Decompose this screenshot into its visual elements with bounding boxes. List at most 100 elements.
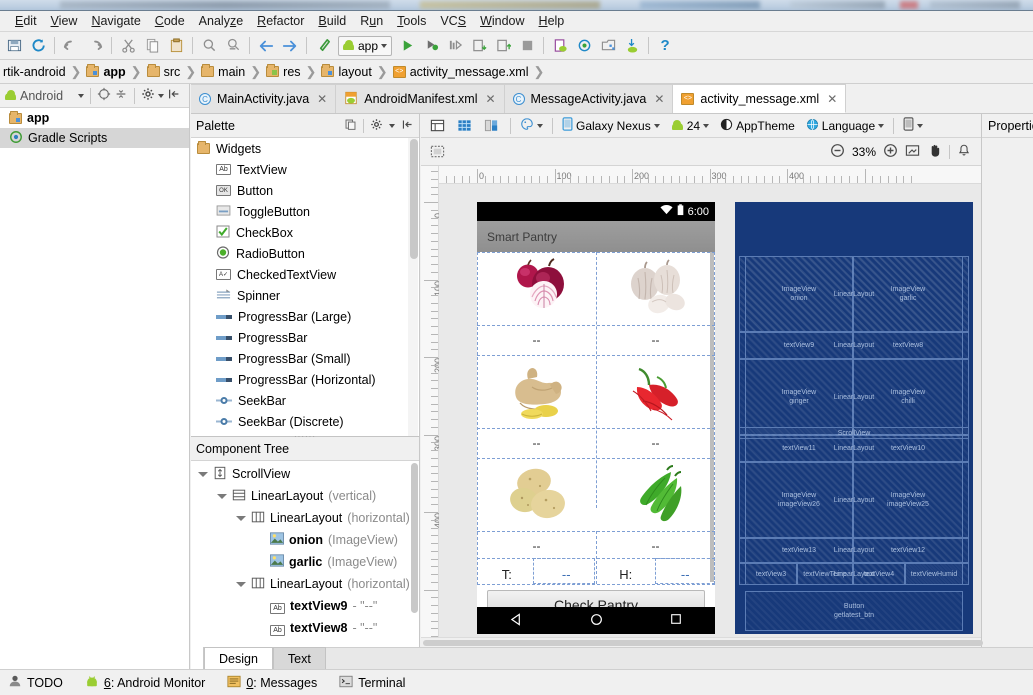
both-views-icon[interactable]	[479, 114, 503, 138]
hide-icon[interactable]	[401, 118, 414, 134]
menu-item-view[interactable]: View	[44, 12, 85, 30]
profile-icon[interactable]	[491, 34, 515, 58]
expand-twisty-icon[interactable]	[197, 469, 208, 480]
pan-hand-icon[interactable]	[927, 143, 942, 161]
settings-gear-icon[interactable]	[370, 118, 383, 134]
component-tree-node-onion[interactable]: onion (ImageView)	[191, 529, 419, 551]
sdk-manager-icon[interactable]	[596, 34, 620, 58]
component-tree-node-linearlayout[interactable]: LinearLayout (horizontal)	[191, 573, 419, 595]
find-icon[interactable]	[197, 34, 221, 58]
palette-item-seekbar[interactable]: SeekBar	[191, 390, 419, 411]
menu-item-navigate[interactable]: Navigate	[84, 12, 147, 30]
component-tree-node-linearlayout[interactable]: LinearLayout (vertical)	[191, 485, 419, 507]
project-tree-item-app[interactable]: app	[0, 108, 189, 128]
copy-icon[interactable]	[140, 34, 164, 58]
breadcrumb-item-app[interactable]: app	[83, 64, 128, 79]
menu-item-help[interactable]: Help	[532, 12, 572, 30]
status-bar-item-terminal[interactable]: Terminal	[339, 675, 405, 691]
build-hammer-icon[interactable]	[311, 34, 335, 58]
zoom-to-fit-icon[interactable]	[905, 143, 920, 161]
palette-scrollbar[interactable]	[410, 139, 418, 259]
debug-icon[interactable]	[419, 34, 443, 58]
breadcrumb-item-res[interactable]: res	[263, 64, 303, 79]
sync-icon[interactable]	[26, 34, 50, 58]
palette-item-textview[interactable]: Ab TextView	[191, 159, 419, 180]
settings-gear-icon[interactable]	[141, 87, 155, 104]
palette-group-widgets[interactable]: Widgets	[191, 138, 419, 159]
theme-selector[interactable]: AppTheme	[718, 118, 797, 134]
breadcrumb-item-activity-message-xml[interactable]: <> activity_message.xml	[390, 65, 532, 79]
component-tree-node-garlic[interactable]: garlic (ImageView)	[191, 551, 419, 573]
chevron-down-icon[interactable]	[158, 93, 165, 98]
status-bar-item-todo[interactable]: TODO	[8, 674, 63, 691]
device-monitor-icon[interactable]	[620, 34, 644, 58]
stop-icon[interactable]	[515, 34, 539, 58]
navigate-back-icon[interactable]	[254, 34, 278, 58]
save-all-icon[interactable]	[2, 34, 26, 58]
blueprint-preview[interactable]: ImageViewonionImageViewgarlicLinearLayou…	[735, 202, 973, 634]
run-configuration-selector[interactable]: app	[338, 35, 393, 56]
close-icon[interactable]: ✕	[654, 92, 664, 106]
component-tree-node-textview9[interactable]: Ab textView9 - "--"	[191, 595, 419, 617]
palette-item-progressbar-large[interactable]: ProgressBar (Large)	[191, 306, 419, 327]
design-stage[interactable]: 6:00 Smart Pantry -- -- -- -- -- -- T: -…	[439, 184, 981, 637]
back-triangle-icon[interactable]	[510, 612, 523, 629]
project-tree-item-gradle-scripts[interactable]: Gradle Scripts	[0, 128, 189, 148]
palette-item-progressbar[interactable]: ProgressBar	[191, 327, 419, 348]
palette-item-progressbar-horizontal[interactable]: ProgressBar (Horizontal)	[191, 369, 419, 390]
status-bar-item-android-monitor[interactable]: 6: Android Monitor	[85, 674, 205, 691]
breadcrumb-item-src[interactable]: src	[144, 64, 184, 79]
editor-tab-activity-message-xml[interactable]: <> activity_message.xml ✕	[673, 84, 847, 113]
close-icon[interactable]: ✕	[485, 92, 495, 106]
warning-bell-icon[interactable]	[957, 143, 971, 161]
menu-item-window[interactable]: Window	[473, 12, 531, 30]
hide-icon[interactable]	[167, 87, 181, 104]
expand-twisty-icon[interactable]	[216, 491, 227, 502]
palette-item-checkbox[interactable]: CheckBox	[191, 222, 419, 243]
status-bar-item-messages[interactable]: 0: Messages	[227, 675, 317, 691]
editor-tab-androidmanifest-xml[interactable]: AndroidManifest.xml ✕	[336, 84, 505, 113]
cut-icon[interactable]	[116, 34, 140, 58]
menu-item-run[interactable]: Run	[353, 12, 390, 30]
api-level-selector[interactable]: 24	[669, 119, 711, 133]
help-icon[interactable]: ?	[653, 34, 677, 58]
copy-icon[interactable]	[344, 118, 357, 134]
menu-item-build[interactable]: Build	[311, 12, 353, 30]
language-selector[interactable]: Language	[804, 118, 886, 134]
device-preview[interactable]: 6:00 Smart Pantry -- -- -- -- -- -- T: -…	[477, 202, 715, 634]
back-icon[interactable]	[59, 34, 83, 58]
attach-debugger-icon[interactable]	[467, 34, 491, 58]
component-tree-scrollbar[interactable]	[411, 463, 418, 613]
expand-twisty-icon[interactable]	[235, 579, 246, 590]
avd-manager-icon[interactable]	[548, 34, 572, 58]
menu-item-tools[interactable]: Tools	[390, 12, 433, 30]
fit-screen-icon[interactable]	[425, 140, 449, 164]
editor-tab-messageactivity-java[interactable]: C MessageActivity.java ✕	[504, 84, 674, 113]
menu-item-code[interactable]: Code	[148, 12, 192, 30]
navigate-forward-icon[interactable]	[278, 34, 302, 58]
editor-tab-mainactivity-java[interactable]: C MainActivity.java ✕	[191, 84, 337, 113]
palette-item-button[interactable]: OK Button	[191, 180, 419, 201]
palette-item-spinner[interactable]: Spinner	[191, 285, 419, 306]
breadcrumb-item-rtik-android[interactable]: rtik-android	[0, 65, 69, 79]
collapse-icon[interactable]	[114, 87, 128, 104]
device-selector[interactable]: Galaxy Nexus	[560, 117, 662, 134]
palette-item-seekbar-discrete[interactable]: SeekBar (Discrete)	[191, 411, 419, 432]
component-tree-node-scrollview[interactable]: ScrollView	[191, 463, 419, 485]
close-icon[interactable]: ✕	[317, 92, 327, 106]
target-icon[interactable]	[97, 87, 111, 104]
blueprint-view-icon[interactable]	[452, 114, 476, 138]
chevron-down-icon[interactable]	[389, 123, 395, 128]
home-circle-icon[interactable]	[590, 613, 603, 629]
orientation-selector[interactable]	[901, 117, 925, 134]
menu-item-vcs[interactable]: VCS	[433, 12, 473, 30]
breadcrumb-item-main[interactable]: main	[198, 64, 248, 79]
zoom-in-icon[interactable]	[883, 143, 898, 161]
theme-palette-button[interactable]	[518, 117, 545, 134]
breadcrumb-item-layout[interactable]: layout	[318, 64, 374, 79]
close-icon[interactable]: ✕	[827, 92, 837, 106]
palette-item-radiobutton[interactable]: RadioButton	[191, 243, 419, 264]
chevron-down-icon[interactable]	[78, 93, 85, 98]
palette-item-togglebutton[interactable]: ToggleButton	[191, 201, 419, 222]
expand-twisty-icon[interactable]	[235, 513, 246, 524]
